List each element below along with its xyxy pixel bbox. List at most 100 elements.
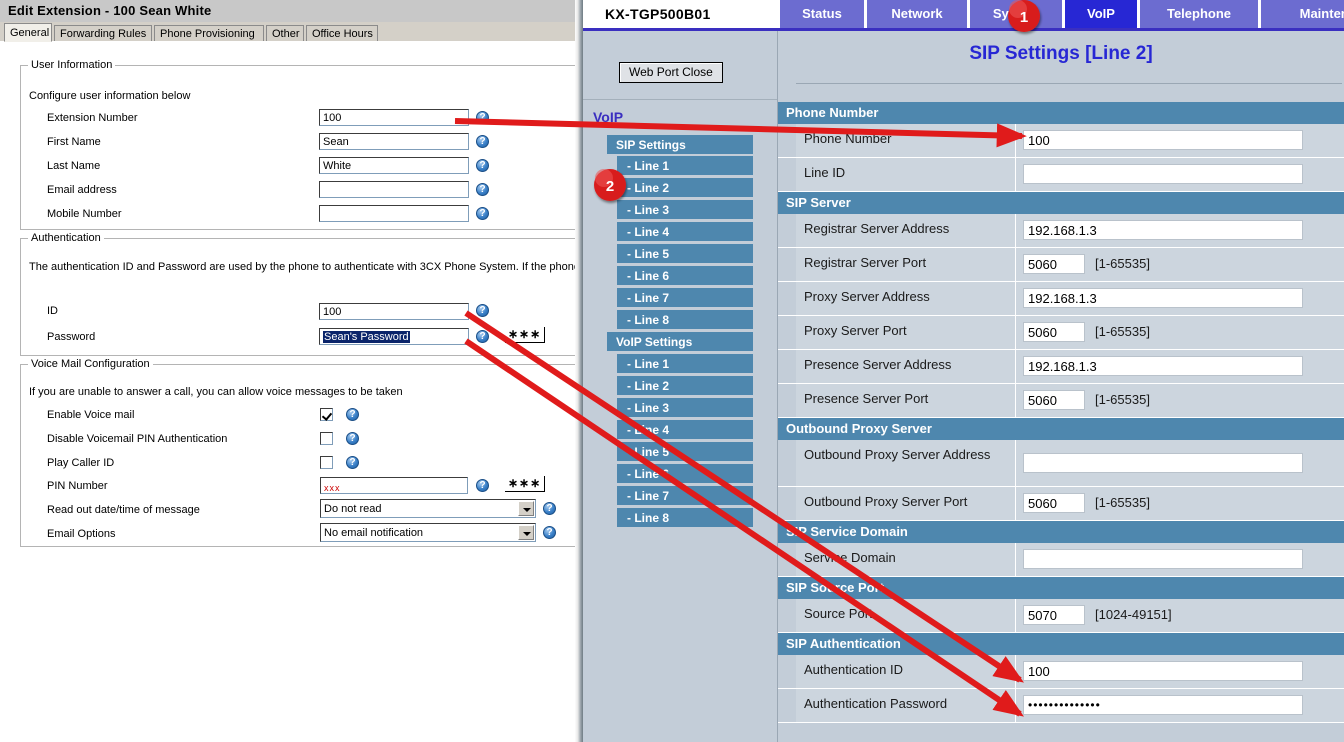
row-gutter	[778, 543, 796, 576]
enable-voice-mail-checkbox[interactable]	[320, 408, 333, 421]
help-icon-last-name[interactable]	[476, 159, 489, 172]
auth-id-input[interactable]: 100	[319, 303, 469, 320]
help-icon-extension-number[interactable]	[476, 111, 489, 124]
sidebar-item-voip-line-5[interactable]: - Line 5	[617, 442, 753, 462]
dialog-title: Edit Extension - 100 Sean White	[8, 3, 212, 18]
row-divider	[1015, 487, 1016, 520]
web-port-close-button[interactable]: Web Port Close	[619, 62, 723, 83]
help-icon-play-caller-id[interactable]	[346, 456, 359, 469]
pin-number-reveal-button[interactable]: ∗∗∗	[505, 476, 546, 492]
sidebar-item-sip-line-8[interactable]: - Line 8	[617, 310, 753, 330]
tab-phone-provisioning[interactable]: Phone Provisioning	[154, 25, 264, 41]
row-gutter	[778, 316, 796, 349]
user-information-group-label: User Information	[28, 59, 116, 71]
sidebar-item-voip-line-7[interactable]: - Line 7	[617, 486, 753, 506]
chevron-down-icon-readout[interactable]	[518, 501, 534, 516]
sidebar-heading-voip: VoIP	[593, 109, 624, 125]
help-icon-email-options[interactable]	[543, 526, 556, 539]
input-line-id[interactable]	[1023, 164, 1303, 184]
row-gutter	[778, 599, 796, 632]
sidebar-top-area: Web Port Close	[583, 31, 777, 100]
input-authentication-password[interactable]: ••••••••••••••	[1023, 695, 1303, 715]
row-label-registrar-server-port: Registrar Server Port	[804, 255, 927, 270]
tab-office-hours[interactable]: Office Hours	[306, 25, 378, 41]
row-label-line-id: Line ID	[804, 165, 846, 180]
sidebar-item-sip-line-4[interactable]: - Line 4	[617, 222, 753, 242]
sidebar-item-voip-line-8[interactable]: - Line 8	[617, 508, 753, 528]
email-address-input[interactable]	[319, 181, 469, 198]
sidebar-group-sip-settings[interactable]: SIP Settings	[607, 135, 753, 155]
row-label-presence-server-address: Presence Server Address	[804, 357, 952, 372]
sidebar-item-sip-line-7[interactable]: - Line 7	[617, 288, 753, 308]
input-presence-server-address[interactable]: 192.168.1.3	[1023, 356, 1303, 376]
help-icon-pin-number[interactable]	[476, 479, 489, 492]
phone-content: SIP Settings [Line 2] Phone Number Phone…	[778, 31, 1344, 742]
sidebar-item-sip-line-2[interactable]: - Line 2	[617, 178, 753, 198]
sidebar-group-voip-settings[interactable]: VoIP Settings	[607, 332, 753, 352]
help-icon-mobile-number[interactable]	[476, 207, 489, 220]
input-proxy-server-address[interactable]: 192.168.1.3	[1023, 288, 1303, 308]
sidebar-item-sip-line-3[interactable]: - Line 3	[617, 200, 753, 220]
auth-password-input[interactable]: Sean's Password	[319, 328, 469, 345]
row-presence-server-port: Presence Server Port 5060 [1-65535]	[778, 384, 1344, 418]
input-source-port[interactable]: 5070	[1023, 605, 1085, 625]
pin-number-input[interactable]: xxx	[320, 477, 468, 494]
first-name-input[interactable]: Sean	[319, 133, 469, 150]
input-phone-number[interactable]: 100	[1023, 130, 1303, 150]
input-presence-server-port[interactable]: 5060	[1023, 390, 1085, 410]
nav-tab-system[interactable]: System	[970, 0, 1062, 28]
input-proxy-server-port[interactable]: 5060	[1023, 322, 1085, 342]
input-outbound-proxy-server-address[interactable]	[1023, 453, 1303, 473]
phone-web-ui: KX-TGP500B01 Status Network System VoIP …	[583, 0, 1344, 742]
sidebar-item-sip-line-6[interactable]: - Line 6	[617, 266, 753, 286]
extension-number-input[interactable]: 100	[319, 109, 469, 126]
tab-other[interactable]: Other	[266, 25, 304, 41]
hint-registrar-server-port: [1-65535]	[1095, 256, 1150, 271]
tab-forwarding-rules[interactable]: Forwarding Rules	[54, 25, 152, 41]
help-icon-first-name[interactable]	[476, 135, 489, 148]
phone-model-label: KX-TGP500B01	[605, 6, 711, 22]
help-icon-email-address[interactable]	[476, 183, 489, 196]
disable-voicemail-pin-checkbox[interactable]	[320, 432, 333, 445]
input-outbound-proxy-server-port[interactable]: 5060	[1023, 493, 1085, 513]
row-label-authentication-id: Authentication ID	[804, 662, 904, 677]
input-registrar-server-address[interactable]: 192.168.1.3	[1023, 220, 1303, 240]
dialog-tabstrip: General Forwarding Rules Phone Provision…	[0, 22, 575, 42]
sidebar-item-voip-line-3[interactable]: - Line 3	[617, 398, 753, 418]
input-service-domain[interactable]	[1023, 549, 1303, 569]
sidebar-item-voip-line-6[interactable]: - Line 6	[617, 464, 753, 484]
sidebar-item-voip-line-2[interactable]: - Line 2	[617, 376, 753, 396]
row-divider	[1015, 655, 1016, 688]
auth-password-reveal-button[interactable]: ∗∗∗	[505, 327, 546, 343]
sidebar-item-voip-line-4[interactable]: - Line 4	[617, 420, 753, 440]
help-icon-read-out-datetime[interactable]	[543, 502, 556, 515]
chevron-down-icon-email-options[interactable]	[518, 525, 534, 540]
help-icon-enable-voice-mail[interactable]	[346, 408, 359, 421]
input-registrar-server-port[interactable]: 5060	[1023, 254, 1085, 274]
sidebar-item-sip-line-5[interactable]: - Line 5	[617, 244, 753, 264]
nav-tab-network[interactable]: Network	[867, 0, 967, 28]
window-edge-shadow	[575, 0, 583, 742]
help-icon-auth-password[interactable]	[476, 330, 489, 343]
help-icon-disable-voicemail-pin[interactable]	[346, 432, 359, 445]
nav-tab-maintenance[interactable]: Maintenance	[1261, 0, 1344, 28]
tab-general[interactable]: General	[4, 23, 52, 42]
read-out-datetime-select[interactable]: Do not read	[320, 499, 536, 518]
user-information-hint: Configure user information below	[29, 90, 191, 102]
help-icon-auth-id[interactable]	[476, 304, 489, 317]
sidebar-item-sip-line-1[interactable]: - Line 1	[617, 156, 753, 176]
input-authentication-id[interactable]: 100	[1023, 661, 1303, 681]
row-gutter	[778, 689, 796, 722]
nav-tab-voip[interactable]: VoIP	[1065, 0, 1137, 28]
row-label-phone-number: Phone Number	[804, 131, 892, 146]
email-options-select[interactable]: No email notification	[320, 523, 536, 542]
mobile-number-input[interactable]	[319, 205, 469, 222]
nav-tab-telephone[interactable]: Telephone	[1140, 0, 1258, 28]
last-name-input[interactable]: White	[319, 157, 469, 174]
sidebar-item-voip-line-1[interactable]: - Line 1	[617, 354, 753, 374]
section-heading-sip-service-domain: SIP Service Domain	[778, 521, 1344, 543]
nav-tab-status[interactable]: Status	[780, 0, 864, 28]
hint-proxy-server-port: [1-65535]	[1095, 324, 1150, 339]
play-caller-id-checkbox[interactable]	[320, 456, 333, 469]
first-name-label: First Name	[47, 136, 101, 148]
